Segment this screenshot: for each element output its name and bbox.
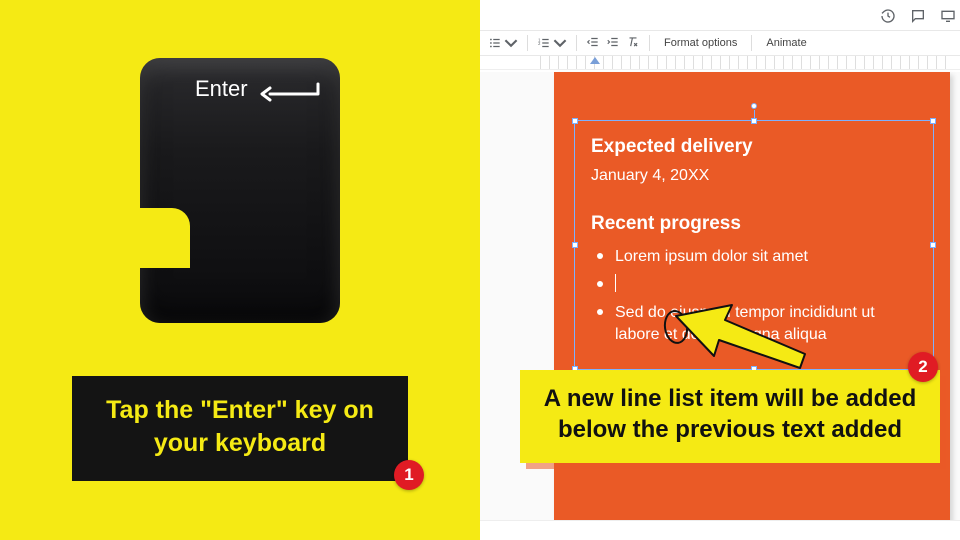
step-2-caption: A new line list item will be added below… (520, 370, 940, 463)
clear-formatting-button[interactable] (626, 35, 640, 52)
app-header-actions (880, 8, 956, 29)
resize-handle[interactable] (572, 242, 578, 248)
delivery-date: January 4, 20XX (591, 164, 917, 188)
format-options-button[interactable]: Format options (659, 37, 742, 49)
bulleted-list-button[interactable] (488, 36, 518, 50)
app-footer (480, 520, 960, 540)
svg-text:2: 2 (538, 41, 541, 46)
enter-key-label: Enter (195, 76, 248, 102)
resize-handle[interactable] (930, 242, 936, 248)
history-icon[interactable] (880, 8, 896, 29)
decrease-indent-button[interactable] (586, 35, 600, 52)
list-item[interactable]: Sed do eiusmod tempor incididunt ut labo… (591, 302, 917, 345)
text-cursor-icon (615, 274, 616, 292)
list-item[interactable]: Lorem ipsum dolor sit amet (591, 246, 917, 268)
step-2-panel: 12 Format options Animate (480, 0, 960, 540)
heading-expected-delivery: Expected delivery (591, 133, 917, 162)
indent-marker-icon[interactable] (590, 57, 600, 64)
enter-key-illustration: Enter (140, 58, 340, 323)
step-1-panel: Enter Tap the "Enter" key on your keyboa… (0, 0, 480, 540)
resize-handle[interactable] (572, 118, 578, 124)
step-badge-1: 1 (394, 460, 424, 490)
step-1-caption: Tap the "Enter" key on your keyboard (72, 376, 408, 481)
resize-handle[interactable] (751, 118, 757, 124)
list-item-new[interactable] (591, 274, 917, 297)
rotate-handle[interactable] (751, 103, 757, 109)
comment-icon[interactable] (910, 8, 926, 29)
return-arrow-icon (260, 82, 320, 109)
heading-recent-progress: Recent progress (591, 210, 917, 239)
step-badge-2: 2 (908, 352, 938, 382)
present-icon[interactable] (940, 8, 956, 29)
numbered-list-button[interactable]: 12 (537, 36, 567, 50)
increase-indent-button[interactable] (606, 35, 620, 52)
horizontal-ruler[interactable] (480, 56, 960, 70)
animate-button[interactable]: Animate (761, 37, 811, 49)
formatting-toolbar: 12 Format options Animate (480, 30, 960, 56)
resize-handle[interactable] (930, 118, 936, 124)
selected-text-box[interactable]: Expected delivery January 4, 20XX Recent… (574, 120, 934, 370)
